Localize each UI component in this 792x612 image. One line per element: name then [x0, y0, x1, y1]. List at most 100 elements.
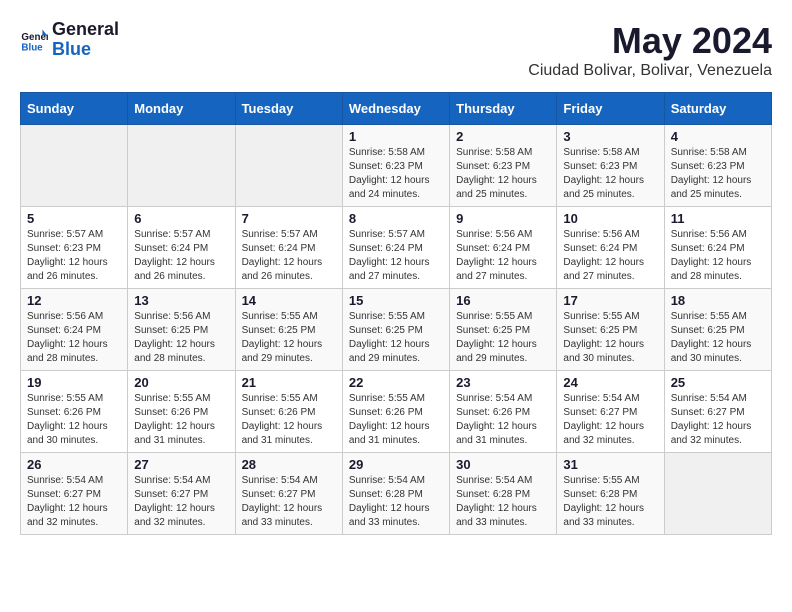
calendar-cell	[128, 125, 235, 207]
calendar-cell: 23 Sunrise: 5:54 AMSunset: 6:26 PMDayligh…	[450, 371, 557, 453]
calendar-week-2: 5 Sunrise: 5:57 AMSunset: 6:23 PMDaylight…	[21, 207, 772, 289]
day-number: 11	[671, 211, 765, 226]
calendar-cell: 26 Sunrise: 5:54 AMSunset: 6:27 PMDayligh…	[21, 453, 128, 535]
day-info: Sunrise: 5:56 AMSunset: 6:25 PMDaylight:…	[134, 310, 228, 366]
day-number: 26	[27, 457, 121, 472]
day-number: 7	[242, 211, 336, 226]
day-number: 30	[456, 457, 550, 472]
day-info: Sunrise: 5:54 AMSunset: 6:27 PMDaylight:…	[27, 474, 121, 530]
day-info: Sunrise: 5:55 AMSunset: 6:26 PMDaylight:…	[27, 392, 121, 448]
weekday-header-thursday: Thursday	[450, 93, 557, 125]
calendar-cell: 5 Sunrise: 5:57 AMSunset: 6:23 PMDaylight…	[21, 207, 128, 289]
day-info: Sunrise: 5:54 AMSunset: 6:27 PMDaylight:…	[563, 392, 657, 448]
calendar-cell: 16Sunrise: 5:55 AMSunset: 6:25 PMDayligh…	[450, 289, 557, 371]
weekday-header-saturday: Saturday	[664, 93, 771, 125]
calendar-cell	[664, 453, 771, 535]
page-header: General Blue General Blue May 2024 Ciuda…	[20, 20, 772, 80]
month-title: May 2024	[528, 20, 772, 62]
calendar-cell: 2Sunrise: 5:58 AMSunset: 6:23 PMDaylight…	[450, 125, 557, 207]
day-info: Sunrise: 5:55 AMSunset: 6:25 PMDaylight:…	[242, 310, 336, 366]
calendar-cell: 19 Sunrise: 5:55 AMSunset: 6:26 PMDayligh…	[21, 371, 128, 453]
calendar-cell: 24Sunrise: 5:54 AMSunset: 6:27 PMDayligh…	[557, 371, 664, 453]
day-info: Sunrise: 5:58 AMSunset: 6:23 PMDaylight:…	[349, 146, 443, 202]
day-number: 25	[671, 375, 765, 390]
day-info: Sunrise: 5:55 AMSunset: 6:26 PMDaylight:…	[349, 392, 443, 448]
day-number: 1	[349, 129, 443, 144]
calendar-cell: 3 Sunrise: 5:58 AMSunset: 6:23 PMDaylight…	[557, 125, 664, 207]
day-info: Sunrise: 5:58 AMSunset: 6:23 PMDaylight:…	[456, 146, 550, 202]
calendar-cell: 9 Sunrise: 5:56 AMSunset: 6:24 PMDaylight…	[450, 207, 557, 289]
svg-text:Blue: Blue	[21, 42, 43, 53]
logo: General Blue General Blue	[20, 20, 119, 60]
day-number: 4	[671, 129, 765, 144]
day-info: Sunrise: 5:54 AMSunset: 6:26 PMDaylight:…	[456, 392, 550, 448]
day-info: Sunrise: 5:56 AMSunset: 6:24 PMDaylight:…	[456, 228, 550, 284]
day-info: Sunrise: 5:57 AMSunset: 6:24 PMDaylight:…	[134, 228, 228, 284]
day-info: Sunrise: 5:55 AMSunset: 6:26 PMDaylight:…	[242, 392, 336, 448]
day-info: Sunrise: 5:54 AMSunset: 6:28 PMDaylight:…	[456, 474, 550, 530]
calendar-cell	[21, 125, 128, 207]
day-info: Sunrise: 5:54 AMSunset: 6:27 PMDaylight:…	[134, 474, 228, 530]
day-number: 23	[456, 375, 550, 390]
calendar-cell: 12Sunrise: 5:56 AMSunset: 6:24 PMDayligh…	[21, 289, 128, 371]
day-info: Sunrise: 5:56 AMSunset: 6:24 PMDaylight:…	[27, 310, 121, 366]
day-number: 14	[242, 293, 336, 308]
calendar-cell: 14 Sunrise: 5:55 AMSunset: 6:25 PMDayligh…	[235, 289, 342, 371]
day-number: 27	[134, 457, 228, 472]
day-info: Sunrise: 5:54 AMSunset: 6:27 PMDaylight:…	[242, 474, 336, 530]
calendar-cell: 1 Sunrise: 5:58 AMSunset: 6:23 PMDaylight…	[342, 125, 449, 207]
day-info: Sunrise: 5:56 AMSunset: 6:24 PMDaylight:…	[671, 228, 765, 284]
day-info: Sunrise: 5:58 AMSunset: 6:23 PMDaylight:…	[563, 146, 657, 202]
day-number: 3	[563, 129, 657, 144]
day-number: 8	[349, 211, 443, 226]
logo-icon: General Blue	[20, 26, 48, 54]
location-title: Ciudad Bolivar, Bolivar, Venezuela	[528, 62, 772, 80]
logo-general-text: General	[52, 20, 119, 40]
day-info: Sunrise: 5:55 AMSunset: 6:25 PMDaylight:…	[349, 310, 443, 366]
calendar-cell: 4 Sunrise: 5:58 AMSunset: 6:23 PMDaylight…	[664, 125, 771, 207]
day-info: Sunrise: 5:57 AMSunset: 6:24 PMDaylight:…	[242, 228, 336, 284]
day-number: 15	[349, 293, 443, 308]
calendar-cell: 20Sunrise: 5:55 AMSunset: 6:26 PMDayligh…	[128, 371, 235, 453]
calendar-cell: 29 Sunrise: 5:54 AMSunset: 6:28 PMDayligh…	[342, 453, 449, 535]
logo-text: General Blue	[52, 20, 119, 60]
weekday-header-monday: Monday	[128, 93, 235, 125]
day-number: 5	[27, 211, 121, 226]
calendar-week-4: 19 Sunrise: 5:55 AMSunset: 6:26 PMDayligh…	[21, 371, 772, 453]
calendar-cell: 22 Sunrise: 5:55 AMSunset: 6:26 PMDayligh…	[342, 371, 449, 453]
day-number: 19	[27, 375, 121, 390]
day-number: 6	[134, 211, 228, 226]
day-number: 20	[134, 375, 228, 390]
calendar-table: SundayMondayTuesdayWednesdayThursdayFrid…	[20, 92, 772, 535]
day-number: 28	[242, 457, 336, 472]
day-info: Sunrise: 5:58 AMSunset: 6:23 PMDaylight:…	[671, 146, 765, 202]
day-number: 9	[456, 211, 550, 226]
logo-blue-text: Blue	[52, 40, 119, 60]
day-info: Sunrise: 5:55 AMSunset: 6:25 PMDaylight:…	[456, 310, 550, 366]
calendar-cell: 18 Sunrise: 5:55 AMSunset: 6:25 PMDayligh…	[664, 289, 771, 371]
day-info: Sunrise: 5:54 AMSunset: 6:28 PMDaylight:…	[349, 474, 443, 530]
calendar-cell: 17Sunrise: 5:55 AMSunset: 6:25 PMDayligh…	[557, 289, 664, 371]
day-info: Sunrise: 5:57 AMSunset: 6:23 PMDaylight:…	[27, 228, 121, 284]
day-info: Sunrise: 5:57 AMSunset: 6:24 PMDaylight:…	[349, 228, 443, 284]
calendar-cell: 7 Sunrise: 5:57 AMSunset: 6:24 PMDaylight…	[235, 207, 342, 289]
weekday-header-wednesday: Wednesday	[342, 93, 449, 125]
title-area: May 2024 Ciudad Bolivar, Bolivar, Venezu…	[528, 20, 772, 80]
weekday-header-tuesday: Tuesday	[235, 93, 342, 125]
calendar-cell: 28 Sunrise: 5:54 AMSunset: 6:27 PMDayligh…	[235, 453, 342, 535]
day-number: 21	[242, 375, 336, 390]
calendar-cell: 27 Sunrise: 5:54 AMSunset: 6:27 PMDayligh…	[128, 453, 235, 535]
day-number: 31	[563, 457, 657, 472]
calendar-week-1: 1 Sunrise: 5:58 AMSunset: 6:23 PMDaylight…	[21, 125, 772, 207]
calendar-cell: 31Sunrise: 5:55 AMSunset: 6:28 PMDayligh…	[557, 453, 664, 535]
day-number: 29	[349, 457, 443, 472]
weekday-header-row: SundayMondayTuesdayWednesdayThursdayFrid…	[21, 93, 772, 125]
calendar-cell: 8 Sunrise: 5:57 AMSunset: 6:24 PMDaylight…	[342, 207, 449, 289]
day-info: Sunrise: 5:55 AMSunset: 6:25 PMDaylight:…	[671, 310, 765, 366]
day-info: Sunrise: 5:56 AMSunset: 6:24 PMDaylight:…	[563, 228, 657, 284]
day-number: 18	[671, 293, 765, 308]
calendar-cell	[235, 125, 342, 207]
day-number: 22	[349, 375, 443, 390]
day-number: 13	[134, 293, 228, 308]
calendar-cell: 21 Sunrise: 5:55 AMSunset: 6:26 PMDayligh…	[235, 371, 342, 453]
